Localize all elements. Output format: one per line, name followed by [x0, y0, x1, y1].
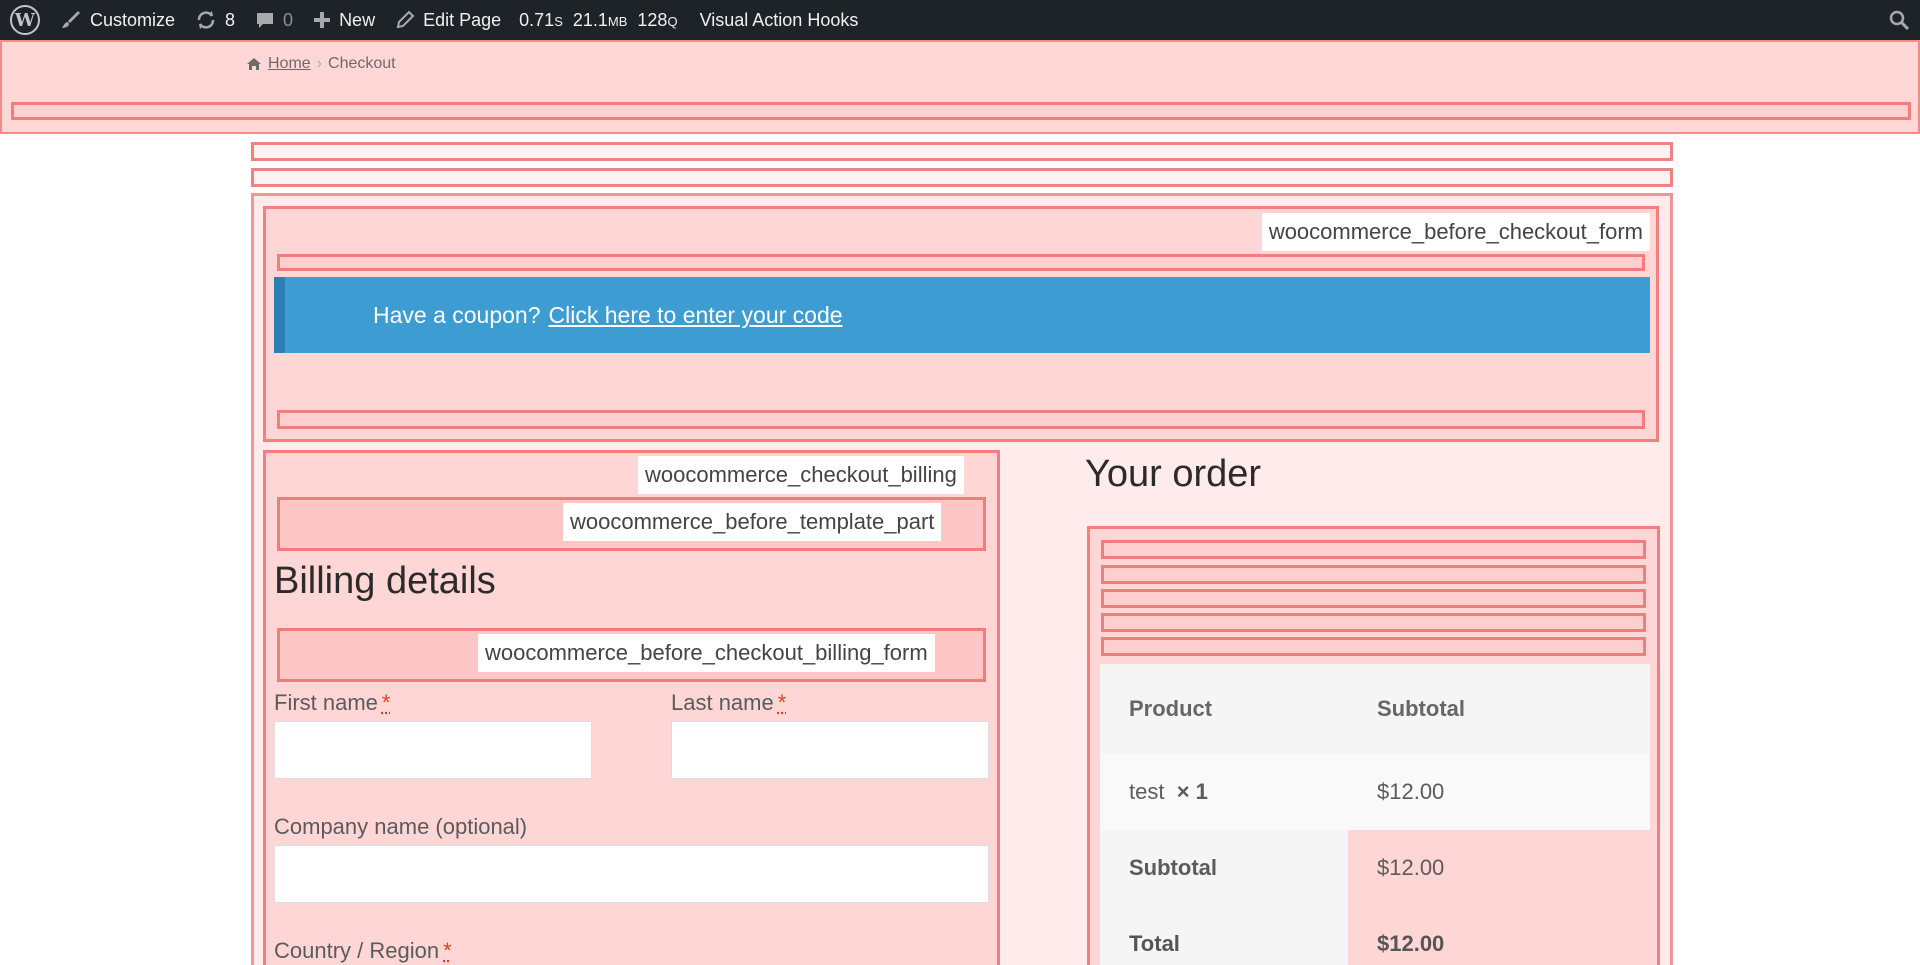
query-time-unit: S	[554, 14, 563, 29]
required-mark: *	[778, 690, 787, 715]
order-total-value: $12.00	[1348, 906, 1650, 965]
customize-button[interactable]: Customize	[50, 0, 185, 40]
order-total-label: Total	[1100, 906, 1348, 965]
order-total-row: Total $12.00	[1100, 906, 1650, 965]
order-table-header: Product Subtotal	[1100, 664, 1650, 754]
query-count-unit: Q	[667, 14, 677, 29]
breadcrumb-current: Checkout	[328, 55, 396, 73]
coupon-prefix: Have a coupon?	[373, 302, 541, 329]
breadcrumb-separator: ›	[317, 55, 322, 73]
admin-search-button[interactable]	[1882, 0, 1916, 40]
updates-button[interactable]: 8	[185, 0, 245, 40]
coupon-notice: Have a coupon? Click here to enter your …	[274, 277, 1650, 353]
required-mark: *	[443, 938, 452, 963]
order-subtotal-value: $12.00	[1348, 830, 1650, 906]
memory-value: 21.1	[573, 10, 608, 30]
paintbrush-icon	[60, 9, 82, 31]
customize-label: Customize	[90, 10, 175, 31]
required-mark: *	[382, 690, 391, 715]
query-time: 0.71S	[519, 10, 563, 31]
hook-order-strip-3	[1101, 589, 1646, 608]
subtotal-column-header: Subtotal	[1348, 664, 1650, 754]
first-name-label: First name *	[274, 690, 390, 716]
order-item-name: test	[1129, 779, 1164, 804]
home-icon	[246, 57, 262, 71]
query-time-value: 0.71	[519, 10, 554, 30]
plus-icon	[313, 11, 331, 29]
hook-order-strip-2	[1101, 565, 1646, 584]
country-label-text: Country / Region	[274, 938, 439, 963]
hook-order-strip-5	[1101, 637, 1646, 656]
new-content-button[interactable]: New	[303, 0, 385, 40]
visual-action-hooks-label: Visual Action Hooks	[700, 10, 859, 31]
breadcrumb: Home › Checkout	[246, 55, 396, 73]
order-review-table: Product Subtotal test × 1 $12.00 Subtota…	[1100, 664, 1650, 965]
hook-strip-4	[277, 410, 1645, 429]
order-subtotal-row: Subtotal $12.00	[1100, 830, 1650, 906]
last-name-label-text: Last name	[671, 690, 774, 715]
hook-order-strip-4	[1101, 613, 1646, 632]
hook-strip-1	[251, 142, 1673, 161]
first-name-label-text: First name	[274, 690, 378, 715]
product-column-header: Product	[1100, 664, 1348, 754]
order-item-row: test × 1 $12.00	[1100, 754, 1650, 830]
edit-page-label: Edit Page	[423, 10, 501, 31]
pencil-icon	[395, 10, 415, 30]
order-item-product: test × 1	[1100, 754, 1348, 830]
company-name-label: Company name (optional)	[274, 814, 527, 840]
visual-action-hooks-button[interactable]: Visual Action Hooks	[690, 0, 869, 40]
comment-icon	[255, 10, 275, 30]
wordpress-logo-button[interactable]: W	[0, 0, 50, 40]
hook-label-before-template-part: woocommerce_before_template_part	[563, 503, 941, 541]
order-item-quantity: × 1	[1177, 779, 1208, 804]
comments-count: 0	[283, 10, 293, 31]
hook-strip-2	[251, 168, 1673, 187]
first-name-input[interactable]	[274, 721, 592, 779]
hook-label-checkout-billing: woocommerce_checkout_billing	[638, 456, 964, 494]
query-count-value: 128	[637, 10, 667, 30]
last-name-label: Last name *	[671, 690, 786, 716]
query-count: 128Q	[637, 10, 677, 31]
breadcrumb-home-link[interactable]: Home	[268, 55, 311, 73]
query-monitor-stats[interactable]: 0.71S 21.1MB 128Q	[511, 10, 689, 31]
show-coupon-link[interactable]: Click here to enter your code	[549, 302, 843, 329]
wordpress-icon: W	[10, 5, 40, 35]
edit-page-button[interactable]: Edit Page	[385, 0, 511, 40]
hook-header-bottom	[11, 102, 1911, 120]
hook-label-before-checkout-billing-form: woocommerce_before_checkout_billing_form	[478, 634, 935, 672]
updates-count: 8	[225, 10, 235, 31]
memory-usage: 21.1MB	[573, 10, 628, 31]
memory-unit: MB	[608, 14, 628, 29]
comments-button[interactable]: 0	[245, 0, 303, 40]
admin-bar: W Customize 8 0 New Edit Page 0.71S 21.1…	[0, 0, 1920, 40]
billing-details-heading: Billing details	[274, 560, 496, 603]
country-label: Country / Region *	[274, 938, 452, 964]
refresh-icon	[195, 9, 217, 31]
hook-label-before-checkout-form: woocommerce_before_checkout_form	[1262, 213, 1650, 251]
your-order-heading: Your order	[1085, 453, 1261, 496]
last-name-input[interactable]	[671, 721, 989, 779]
company-name-input[interactable]	[274, 845, 989, 903]
hook-order-strip-1	[1101, 540, 1646, 559]
new-label: New	[339, 10, 375, 31]
search-icon	[1888, 9, 1910, 31]
order-item-price: $12.00	[1348, 754, 1650, 830]
hook-strip-3	[277, 254, 1645, 271]
order-subtotal-label: Subtotal	[1100, 830, 1348, 906]
